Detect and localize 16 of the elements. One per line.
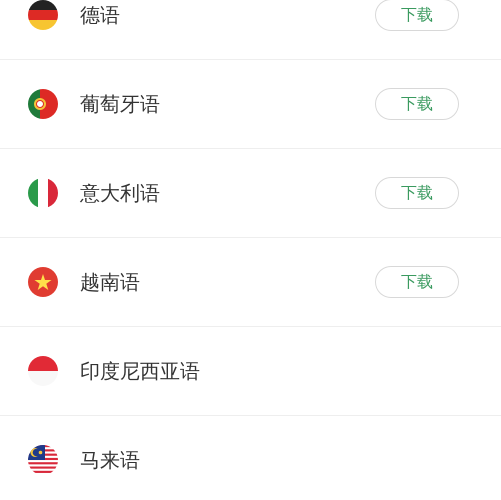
download-button[interactable]: 下载 [375, 0, 459, 31]
flag-icon [28, 89, 58, 119]
flag-icon [28, 356, 58, 386]
language-name: 印度尼西亚语 [80, 358, 201, 384]
flag-icon [28, 178, 58, 208]
flag-icon [28, 445, 58, 475]
flag-icon [28, 267, 58, 297]
language-name: 德语 [80, 2, 121, 28]
language-name: 葡萄牙语 [80, 90, 161, 118]
download-button[interactable]: 下载 [375, 266, 459, 298]
language-name: 越南语 [80, 268, 141, 296]
download-button[interactable]: 下载 [375, 88, 459, 120]
language-name: 马来语 [80, 446, 141, 474]
language-name: 意大利语 [80, 180, 161, 206]
download-button[interactable]: 下载 [375, 177, 459, 209]
flag-icon [28, 0, 58, 30]
